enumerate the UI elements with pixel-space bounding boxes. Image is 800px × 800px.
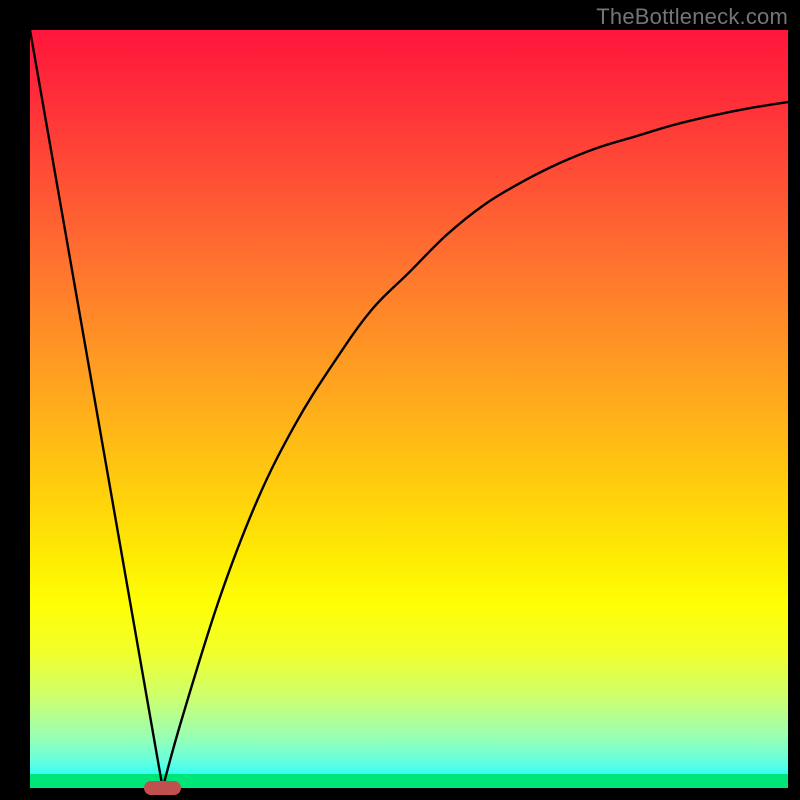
chart-frame: TheBottleneck.com [0,0,800,800]
plot-area [30,30,788,788]
right-curve [163,102,788,788]
left-line [30,30,163,788]
curves-layer [30,30,788,788]
watermark-text: TheBottleneck.com [596,4,788,30]
optimal-marker [144,781,180,795]
